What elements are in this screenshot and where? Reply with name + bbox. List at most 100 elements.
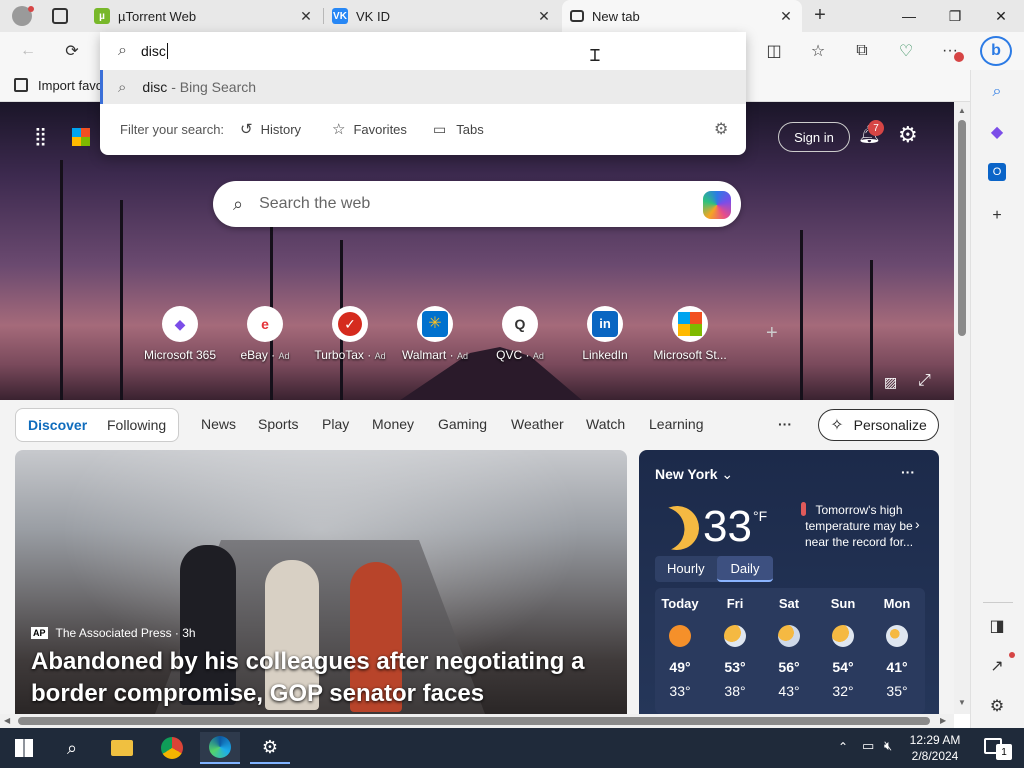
address-bar-input[interactable]: ⌕ disc: [100, 32, 746, 70]
tab-actions-icon[interactable]: [52, 8, 68, 24]
tab-new-tab[interactable]: New tab ✕: [562, 0, 802, 32]
news-headline[interactable]: Abandoned by his colleagues after negoti…: [31, 646, 611, 714]
nav-play[interactable]: Play: [322, 416, 349, 432]
new-tab-button[interactable]: +: [808, 4, 832, 28]
address-bar-dropdown: ⌕ disc ⌕ disc - Bing Search Filter your …: [100, 32, 746, 155]
close-tab-icon[interactable]: ✕: [778, 8, 794, 25]
quick-link-linkedin[interactable]: in LinkedIn: [560, 306, 650, 362]
scroll-left-icon[interactable]: ◀: [4, 716, 10, 725]
import-favorites-icon[interactable]: [14, 78, 28, 92]
settings-app-icon[interactable]: ⚙: [250, 732, 290, 764]
copilot-sidebar-icon[interactable]: b: [980, 36, 1012, 66]
ap-logo-icon: AP: [31, 627, 48, 639]
weather-location[interactable]: New York ⌄: [655, 466, 733, 483]
close-window-button[interactable]: ✕: [978, 0, 1024, 32]
web-search-box[interactable]: ⌕ Search the web: [213, 181, 741, 227]
show-hidden-icons[interactable]: ⌃: [838, 740, 848, 754]
forecast-day[interactable]: Sat 56° 43°: [763, 596, 815, 699]
scroll-right-icon[interactable]: ▶: [940, 716, 946, 725]
chevron-right-icon[interactable]: ›: [915, 516, 920, 532]
taskbar-search-icon[interactable]: ⌕: [52, 732, 92, 764]
filter-favorites[interactable]: ☆ Favorites: [332, 120, 407, 138]
outlook-icon[interactable]: O: [985, 160, 1009, 184]
page-settings-icon[interactable]: ⚙: [898, 122, 918, 148]
copilot-icon[interactable]: [703, 191, 731, 219]
file-explorer-icon[interactable]: [102, 732, 142, 764]
nav-watch[interactable]: Watch: [586, 416, 625, 432]
external-link-icon[interactable]: ↗: [985, 654, 1009, 678]
start-button[interactable]: [4, 732, 44, 764]
nav-learning[interactable]: Learning: [649, 416, 704, 432]
close-tab-icon[interactable]: ✕: [536, 8, 552, 25]
quick-link-turbotax[interactable]: ✓ TurboTax · Ad: [305, 306, 395, 362]
apps-grid-icon[interactable]: ⣿: [34, 126, 47, 147]
minimize-button[interactable]: —: [886, 0, 932, 32]
scroll-down-icon[interactable]: ▼: [958, 698, 966, 707]
vertical-scrollbar[interactable]: ▲ ▼: [954, 102, 970, 714]
edge-icon[interactable]: [200, 732, 240, 764]
search-suggestion[interactable]: ⌕ disc - Bing Search: [100, 70, 746, 104]
forecast-day[interactable]: Sun 54° 32°: [817, 596, 869, 699]
search-icon[interactable]: ⌕: [985, 80, 1009, 104]
horizontal-scroll-thumb[interactable]: [18, 717, 930, 725]
nav-money[interactable]: Money: [372, 416, 414, 432]
forecast-day[interactable]: Mon 41° 35°: [871, 596, 923, 699]
import-favorites-link[interactable]: Import favo: [38, 78, 103, 93]
browser-essentials-icon[interactable]: ♡: [894, 40, 918, 62]
quick-link-microsoft-store[interactable]: Microsoft St...: [645, 306, 735, 362]
tab-discover[interactable]: Discover: [28, 417, 87, 433]
weather-alert[interactable]: Tomorrow's high temperature may be near …: [799, 502, 919, 550]
weather-more-icon[interactable]: ···: [901, 464, 915, 480]
network-icon[interactable]: ▭: [862, 738, 874, 754]
day-name: Fri: [726, 596, 744, 611]
hide-sidebar-icon[interactable]: ◨: [985, 614, 1009, 638]
filter-tabs[interactable]: ▭ Tabs: [433, 121, 484, 138]
close-tab-icon[interactable]: ✕: [298, 8, 314, 25]
nav-news[interactable]: News: [201, 416, 236, 432]
news-source-label: The Associated Press · 3h: [55, 626, 196, 640]
clock[interactable]: 12:29 AM 2/8/2024: [900, 732, 970, 764]
sidebar-settings-icon[interactable]: ⚙: [985, 694, 1009, 718]
weather-card[interactable]: New York ⌄ ··· 33 °F Tomorrow's high tem…: [639, 450, 939, 714]
microsoft-logo-icon[interactable]: [72, 128, 90, 146]
volume-muted-icon[interactable]: 🔇︎: [884, 738, 892, 754]
nav-more-icon[interactable]: ···: [778, 416, 792, 432]
tab-vk[interactable]: VK VK ID ✕: [324, 0, 560, 32]
add-sidebar-app-icon[interactable]: +: [985, 204, 1009, 228]
refresh-icon[interactable]: ⟳: [60, 40, 84, 62]
chrome-icon[interactable]: [152, 732, 192, 764]
restore-button[interactable]: ❐: [932, 0, 978, 32]
expand-icon[interactable]: ⤢: [918, 372, 931, 390]
back-icon[interactable]: ←: [16, 40, 40, 62]
quick-link-qvc[interactable]: Q QVC · Ad: [475, 306, 565, 362]
feed-nav: Discover Following News Sports Play Mone…: [0, 400, 954, 450]
tab-utorrent[interactable]: µ µTorrent Web ✕: [86, 0, 322, 32]
tab-following[interactable]: Following: [107, 417, 166, 433]
split-screen-icon[interactable]: ◫: [762, 40, 786, 62]
scroll-up-icon[interactable]: ▲: [958, 106, 966, 115]
microsoft-365-icon[interactable]: ◆: [985, 120, 1009, 144]
sign-in-button[interactable]: Sign in: [778, 122, 850, 152]
add-shortcut-icon[interactable]: +: [766, 322, 778, 345]
quick-link-label: LinkedIn: [582, 348, 628, 362]
daily-tab[interactable]: Daily: [717, 556, 773, 582]
personalize-button[interactable]: ✧ Personalize: [818, 409, 939, 441]
nav-weather[interactable]: Weather: [511, 416, 564, 432]
image-info-icon[interactable]: ▨: [884, 374, 897, 391]
vertical-scroll-thumb[interactable]: [958, 120, 966, 336]
news-card[interactable]: AP The Associated Press · 3h Abandoned b…: [15, 450, 627, 714]
favorites-star-icon[interactable]: ☆: [806, 40, 830, 62]
filter-settings-icon[interactable]: ⚙: [714, 119, 728, 139]
hourly-tab[interactable]: Hourly: [667, 561, 705, 576]
filter-history[interactable]: ↺ History: [240, 120, 301, 138]
forecast-day[interactable]: Fri 53° 38°: [709, 596, 761, 699]
quick-link-walmart[interactable]: ✳ Walmart · Ad: [390, 306, 480, 362]
quick-link-ebay[interactable]: e eBay · Ad: [220, 306, 310, 362]
collections-icon[interactable]: ⧉: [850, 40, 874, 62]
forecast-day[interactable]: Today 49° 33°: [654, 596, 706, 699]
horizontal-scrollbar[interactable]: ◀ ▶: [0, 714, 954, 728]
nav-gaming[interactable]: Gaming: [438, 416, 487, 432]
quick-link-microsoft-365[interactable]: ◆ Microsoft 365: [135, 306, 225, 362]
nav-sports[interactable]: Sports: [258, 416, 298, 432]
search-icon: ⌕: [233, 193, 244, 214]
